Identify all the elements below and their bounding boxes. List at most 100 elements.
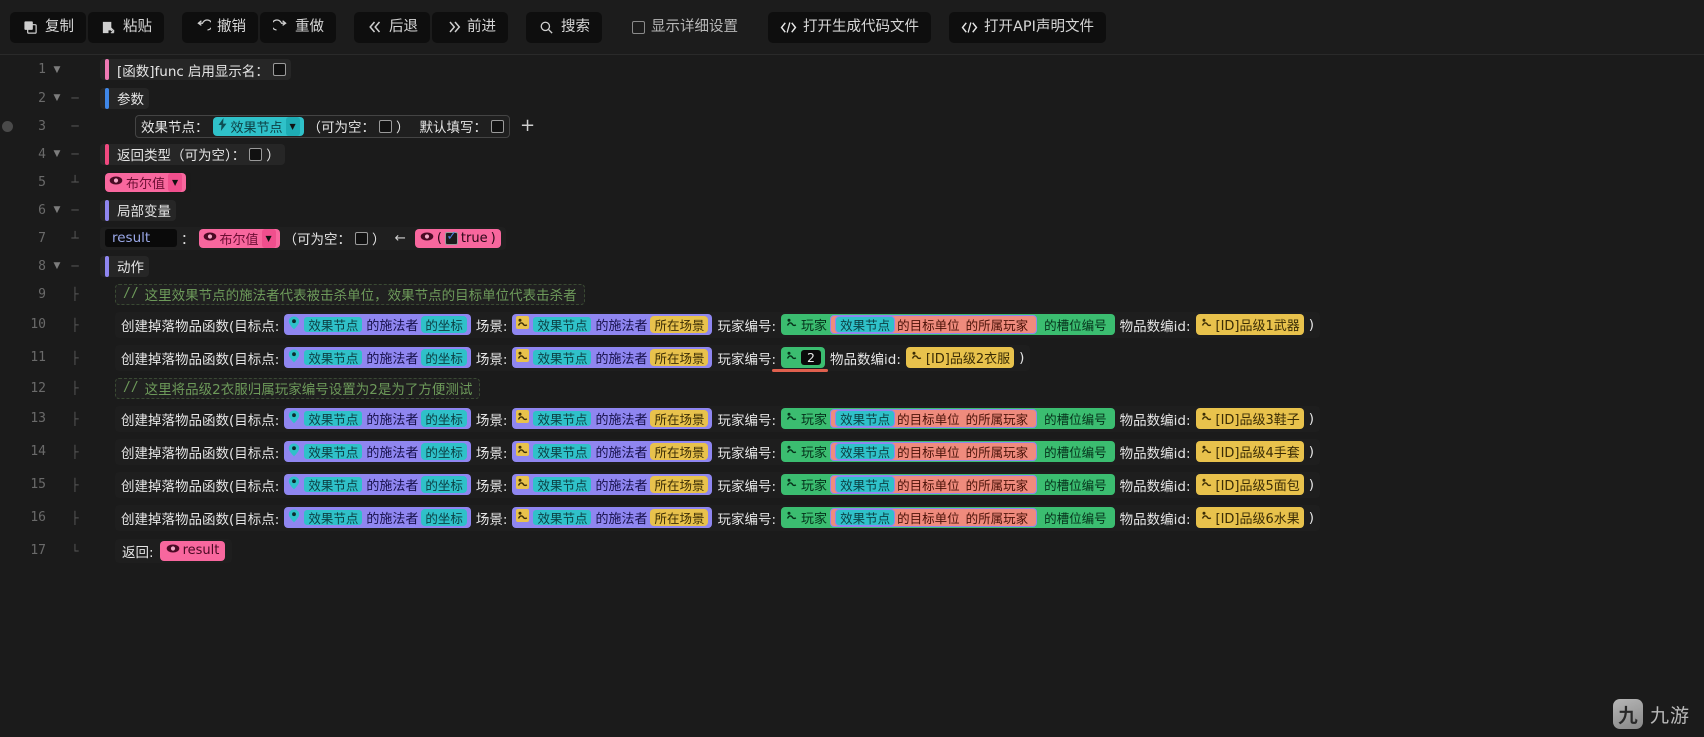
variable-name-input[interactable]: result — [105, 229, 177, 247]
function-declaration-block[interactable]: [函数]func 启用显示名： — [100, 59, 291, 80]
effect-node-chip[interactable]: 效果节点 — [303, 316, 364, 333]
variable-type-chip[interactable]: 布尔值 ▼ — [198, 228, 280, 248]
effect-node-chip[interactable]: 效果节点 — [303, 476, 364, 493]
effect-node-chip[interactable]: 效果节点 — [303, 509, 364, 526]
owner-expression-chip[interactable]: 效果节点 的目标单位 的所属玩家 — [830, 409, 1038, 428]
code-line-2[interactable]: 2 ▼ ─ 参数 — [0, 84, 1704, 112]
item-id-chip[interactable]: [ID]品级1武器 — [1195, 314, 1304, 335]
return-type-value-block[interactable]: 布尔值 ▼ — [100, 171, 192, 193]
code-line-4[interactable]: 4 ▼ ─ 返回类型（可为空）： ） — [0, 140, 1704, 168]
bool-value-checkbox[interactable] — [444, 230, 458, 245]
coordinate-chip[interactable]: 的坐标 — [421, 476, 467, 493]
effect-node-chip[interactable]: 效果节点 — [835, 316, 896, 333]
owner-player-chip[interactable]: 的所属玩家 — [961, 476, 1033, 493]
in-scene-chip[interactable]: 所在场景 — [650, 410, 709, 427]
effect-node-chip[interactable]: 效果节点 — [303, 410, 364, 427]
redo-button[interactable]: 重做 — [260, 11, 336, 43]
owner-expression-chip[interactable]: 效果节点 的目标单位 的所属玩家 — [830, 508, 1038, 527]
undo-button[interactable]: 撤销 — [182, 11, 258, 43]
code-line-3[interactable]: 3 ─ 效果节点： 效果节点 ▼ （可为空： ） 默认填写： + — [0, 112, 1704, 140]
paste-button[interactable]: 粘贴 — [88, 11, 164, 43]
drop-item-call-block[interactable]: 创建掉落物品函数(目标点: 效果节点 的施法者 的坐标 场景: 效果节点 的施法… — [115, 504, 1321, 531]
params-section-block[interactable]: 参数 — [100, 87, 149, 109]
in-scene-chip[interactable]: 所在场景 — [650, 476, 709, 493]
effect-node-chip[interactable]: 效果节点 — [835, 509, 896, 526]
in-scene-chip[interactable]: 所在场景 — [650, 509, 709, 526]
coordinate-chip[interactable]: 的坐标 — [421, 316, 467, 333]
drop-item-call-block[interactable]: 创建掉落物品函数(目标点: 效果节点 的施法者 的坐标 场景: 效果节点 的施法… — [115, 405, 1321, 432]
effect-node-chip[interactable]: 效果节点 — [532, 349, 593, 366]
player-literal-chip[interactable]: 2 — [781, 347, 825, 368]
slot-number-chip[interactable]: 的槽位编号 — [1040, 410, 1111, 427]
fold-toggle-1[interactable]: ▼ — [46, 65, 68, 75]
chevron-down-icon[interactable]: ▼ — [261, 228, 276, 248]
drop-item-call-block[interactable]: 创建掉落物品函数(目标点: 效果节点 的施法者 的坐标 场景: 效果节点 的施法… — [115, 344, 1031, 371]
item-id-chip[interactable]: [ID]品级3鞋子 — [1195, 408, 1304, 429]
open-api-declaration-file-button[interactable]: 打开API声明文件 — [949, 11, 1106, 43]
target-point-expression-chip[interactable]: 效果节点 的施法者 的坐标 — [284, 408, 471, 429]
coordinate-chip[interactable]: 的坐标 — [421, 410, 467, 427]
scene-expression-chip[interactable]: 效果节点 的施法者 所在场景 — [512, 507, 713, 528]
breakpoint-marker[interactable] — [2, 121, 13, 132]
code-line-7[interactable]: 7 ┴ result ： 布尔值 ▼ （可为空： ） ← (✓ true) — [0, 224, 1704, 252]
fold-toggle-6[interactable]: ▼ — [46, 205, 68, 215]
add-parameter-button[interactable]: + — [520, 117, 535, 135]
drop-item-call-block[interactable]: 创建掉落物品函数(目标点: 效果节点 的施法者 的坐标 场景: 效果节点 的施法… — [115, 311, 1321, 338]
fold-toggle-8[interactable]: ▼ — [46, 261, 68, 271]
code-line-12[interactable]: 12 ├ // 这里将品级2衣服归属玩家编号设置为2是为了方便测试 — [0, 374, 1704, 402]
owner-expression-chip[interactable]: 效果节点 的目标单位 的所属玩家 — [830, 442, 1038, 461]
slot-number-chip[interactable]: 的槽位编号 — [1040, 476, 1111, 493]
player-expression-chip[interactable]: 玩家 效果节点 的目标单位 的所属玩家 的槽位编号 — [781, 474, 1115, 495]
code-line-17[interactable]: 17 └ 返回: result — [0, 534, 1704, 567]
effect-node-chip[interactable]: 效果节点 — [835, 443, 896, 460]
return-value-chip[interactable]: result — [159, 540, 226, 561]
item-id-chip[interactable]: [ID]品级4手套 — [1195, 441, 1304, 462]
in-scene-chip[interactable]: 所在场景 — [650, 316, 709, 333]
copy-button[interactable]: 复制 — [10, 11, 86, 43]
slot-number-chip[interactable]: 的槽位编号 — [1040, 443, 1111, 460]
show-detail-settings-checkbox[interactable] — [632, 20, 645, 34]
show-detail-settings-toggle[interactable]: 显示详细设置 — [620, 13, 750, 42]
slot-number-chip[interactable]: 的槽位编号 — [1040, 316, 1111, 333]
owner-player-chip[interactable]: 的所属玩家 — [961, 410, 1033, 427]
drop-item-call-block[interactable]: 创建掉落物品函数(目标点: 效果节点 的施法者 的坐标 场景: 效果节点 的施法… — [115, 471, 1321, 498]
effect-node-chip[interactable]: 效果节点 — [835, 476, 896, 493]
item-id-chip[interactable]: [ID]品级5面包 — [1195, 474, 1304, 495]
forward-button[interactable]: 前进 — [432, 11, 508, 43]
player-number-input[interactable]: 2 — [801, 350, 821, 365]
scene-expression-chip[interactable]: 效果节点 的施法者 所在场景 — [512, 347, 713, 368]
return-type-block[interactable]: 返回类型（可为空）： ） — [100, 143, 285, 165]
effect-node-chip[interactable]: 效果节点 — [303, 349, 364, 366]
effect-node-chip[interactable]: 效果节点 — [532, 476, 593, 493]
scene-expression-chip[interactable]: 效果节点 的施法者 所在场景 — [512, 441, 713, 462]
chevron-down-icon[interactable]: ▼ — [168, 172, 183, 192]
coordinate-chip[interactable]: 的坐标 — [421, 349, 467, 366]
return-nullable-checkbox[interactable] — [249, 147, 263, 161]
player-expression-chip[interactable]: 玩家 效果节点 的目标单位 的所属玩家 的槽位编号 — [781, 408, 1115, 429]
target-point-expression-chip[interactable]: 效果节点 的施法者 的坐标 — [284, 507, 471, 528]
effect-node-chip[interactable]: 效果节点 — [532, 443, 593, 460]
effect-node-chip[interactable]: 效果节点 — [532, 316, 593, 333]
chevron-down-icon[interactable]: ▼ — [285, 116, 300, 136]
code-line-5[interactable]: 5 ┴ 布尔值 ▼ — [0, 168, 1704, 196]
code-line-1[interactable]: 1 ▼ [函数]func 启用显示名： — [0, 55, 1704, 84]
owner-player-chip[interactable]: 的所属玩家 — [961, 509, 1033, 526]
player-expression-chip[interactable]: 玩家 效果节点 的目标单位 的所属玩家 的槽位编号 — [781, 314, 1115, 335]
effect-node-chip[interactable]: 效果节点 — [303, 443, 364, 460]
code-line-8[interactable]: 8 ▼ ─ 动作 — [0, 252, 1704, 280]
code-line-13[interactable]: 13 ├ 创建掉落物品函数(目标点: 效果节点 的施法者 的坐标 场景: 效果节… — [0, 402, 1704, 435]
nullable-checkbox[interactable] — [379, 119, 393, 133]
fold-toggle-2[interactable]: ▼ — [46, 93, 68, 103]
code-line-6[interactable]: 6 ▼ ─ 局部变量 — [0, 196, 1704, 224]
drop-item-call-block[interactable]: 创建掉落物品函数(目标点: 效果节点 的施法者 的坐标 场景: 效果节点 的施法… — [115, 438, 1321, 465]
in-scene-chip[interactable]: 所在场景 — [650, 349, 709, 366]
owner-player-chip[interactable]: 的所属玩家 — [961, 316, 1033, 333]
comment-block[interactable]: // 这里将品级2衣服归属玩家编号设置为2是为了方便测试 — [115, 377, 481, 399]
coordinate-chip[interactable]: 的坐标 — [421, 509, 467, 526]
code-line-10[interactable]: 10 ├ 创建掉落物品函数(目标点: 效果节点 的施法者 的坐标 场景: 效果节… — [0, 308, 1704, 341]
effect-node-chip[interactable]: 效果节点 — [532, 509, 593, 526]
item-id-chip[interactable]: [ID]品级2衣服 — [905, 347, 1015, 368]
default-fill-checkbox[interactable] — [491, 119, 505, 133]
target-point-expression-chip[interactable]: 效果节点 的施法者 的坐标 — [284, 314, 471, 335]
local-variables-section-block[interactable]: 局部变量 — [100, 199, 176, 221]
